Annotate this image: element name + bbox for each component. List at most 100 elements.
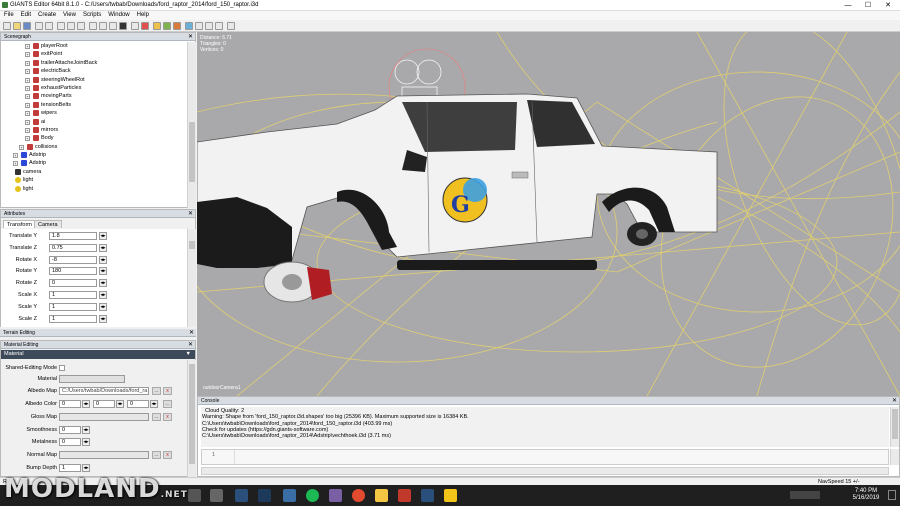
expand-icon[interactable]: + xyxy=(25,127,30,133)
steam-icon[interactable] xyxy=(235,489,248,502)
discord-icon[interactable] xyxy=(329,489,342,502)
light-tool-icon[interactable] xyxy=(153,22,161,30)
rotate-tool-icon[interactable] xyxy=(109,22,117,30)
console-hscrollbar[interactable] xyxy=(201,467,889,475)
transform-field-spinner[interactable]: ◂▸ xyxy=(99,302,107,311)
menu-window[interactable]: Window xyxy=(104,11,132,18)
smoothness-field[interactable]: 0 xyxy=(59,426,81,434)
gloss-map-path[interactable] xyxy=(59,413,149,421)
transform-field-input[interactable] xyxy=(49,291,97,299)
redo-icon[interactable] xyxy=(45,22,53,30)
minimize-button[interactable]: — xyxy=(838,1,858,10)
transform-field-spinner[interactable]: ◂▸ xyxy=(99,243,107,252)
transform-field-input[interactable] xyxy=(49,255,97,264)
transform-field-input[interactable] xyxy=(49,279,97,288)
clock[interactable]: 7:40 PM 5/16/2019 xyxy=(848,488,884,502)
expand-icon[interactable]: + xyxy=(25,111,30,117)
menu-scripts[interactable]: Scripts xyxy=(79,11,104,18)
scenegraph-node[interactable]: light xyxy=(1,176,187,184)
normal-map-browse-button[interactable]: ... xyxy=(152,451,161,459)
maximize-button[interactable]: ☐ xyxy=(858,1,878,10)
transform-field-spinner[interactable]: ◂▸ xyxy=(99,314,107,323)
monitor-app-icon[interactable] xyxy=(283,489,296,502)
undo-icon[interactable] xyxy=(35,22,43,30)
spotify-icon[interactable] xyxy=(306,489,319,502)
expand-icon[interactable]: + xyxy=(25,119,30,125)
scenegraph-node[interactable]: + ai xyxy=(1,118,187,126)
grid-toggle-icon[interactable] xyxy=(195,22,203,30)
scenegraph-node[interactable]: camera xyxy=(1,168,187,176)
ford-raptor-truck[interactable]: G xyxy=(197,93,718,303)
metalness-spinner[interactable]: ◂▸ xyxy=(82,438,90,446)
scenegraph-node[interactable]: + mirrors xyxy=(1,126,187,134)
material-scroll-thumb[interactable] xyxy=(189,364,195,464)
save-icon[interactable] xyxy=(23,22,31,30)
scenegraph-node[interactable]: + electricBack xyxy=(1,67,187,75)
transform-field-input[interactable] xyxy=(49,243,97,252)
close-button[interactable]: ✕ xyxy=(878,1,898,10)
smoothness-spinner[interactable]: ◂▸ xyxy=(82,426,90,434)
console-input-scrollbar[interactable] xyxy=(890,449,899,465)
record-icon[interactable] xyxy=(141,22,149,30)
scenegraph-scrollbar[interactable] xyxy=(187,42,196,208)
normal-map-clear-button[interactable]: x xyxy=(163,451,172,459)
console-log-scrollbar[interactable] xyxy=(890,407,899,447)
console-input[interactable]: 1 xyxy=(201,449,889,465)
scenegraph-node[interactable]: + exitPoint xyxy=(1,50,187,58)
console-close-icon[interactable]: ✕ xyxy=(892,397,897,404)
app-icon[interactable] xyxy=(398,489,411,502)
console-log-scroll-thumb[interactable] xyxy=(892,409,898,439)
search-icon[interactable] xyxy=(188,489,201,502)
attributes-close-icon[interactable]: ✕ xyxy=(188,210,193,217)
transform-field-input[interactable] xyxy=(49,302,97,311)
scenegraph-node[interactable]: + Body xyxy=(1,134,187,142)
scenegraph-node[interactable]: + Adstrip xyxy=(1,159,187,167)
play-icon[interactable] xyxy=(119,22,127,30)
scenegraph-node[interactable]: + Adstrip xyxy=(1,151,187,159)
scenegraph-tree[interactable]: + playerRoot + exitPoint + trailerAttacheJoin… xyxy=(1,42,187,208)
gloss-map-browse-button[interactable]: ... xyxy=(152,413,161,421)
attributes-scroll-thumb[interactable] xyxy=(189,241,195,249)
albedo-color-g-spinner[interactable]: ◂▸ xyxy=(116,400,124,408)
notifications-icon[interactable] xyxy=(888,490,896,500)
expand-icon[interactable]: + xyxy=(25,52,30,58)
tab-transform[interactable]: Transform xyxy=(3,220,36,228)
terrain-close-icon[interactable]: ✕ xyxy=(189,329,194,336)
giants-editor-taskbar-icon[interactable] xyxy=(444,489,457,502)
scenegraph-node[interactable]: + trailerAttacheJointBack xyxy=(1,59,187,67)
normal-map-path[interactable] xyxy=(59,451,149,459)
scenegraph-node[interactable]: + movingParts xyxy=(1,92,187,100)
transform-field-spinner[interactable]: ◂▸ xyxy=(99,291,107,299)
material-section-header[interactable]: Material ▼ xyxy=(1,350,195,359)
attributes-scrollbar[interactable] xyxy=(187,229,196,327)
albedo-color-r[interactable]: 0 xyxy=(59,400,81,408)
expand-icon[interactable]: + xyxy=(19,144,24,150)
transform-field-input[interactable] xyxy=(49,232,97,240)
scene-render[interactable]: G xyxy=(197,32,900,396)
expand-icon[interactable]: + xyxy=(25,136,30,142)
transform-field-spinner[interactable]: ◂▸ xyxy=(99,255,107,264)
scenegraph-node[interactable]: + exhaustParticles xyxy=(1,84,187,92)
calculator-icon[interactable] xyxy=(210,489,223,502)
menu-file[interactable]: File xyxy=(0,11,17,18)
scenegraph-node[interactable]: + collisions xyxy=(1,143,187,151)
albedo-map-path[interactable]: C:/Users/twbab/Downloads/ford_ra xyxy=(59,387,149,395)
transform-field-spinner[interactable]: ◂▸ xyxy=(99,232,107,240)
transform-field-input[interactable] xyxy=(49,314,97,323)
albedo-map-browse-button[interactable]: ... xyxy=(152,387,161,395)
copy-icon[interactable] xyxy=(67,22,75,30)
scenegraph-node[interactable]: light xyxy=(1,185,187,193)
shared-editing-checkbox[interactable] xyxy=(59,365,65,371)
file-explorer-icon[interactable] xyxy=(375,489,388,502)
chrome-icon[interactable] xyxy=(352,489,365,502)
scenegraph-node[interactable]: + steeringWheelRot xyxy=(1,76,187,84)
scenegraph-close-icon[interactable]: ✕ xyxy=(188,33,193,40)
terrain-tool-icon[interactable] xyxy=(163,22,171,30)
material-scrollbar[interactable] xyxy=(187,360,196,477)
expand-icon[interactable]: + xyxy=(25,69,30,75)
cut-icon[interactable] xyxy=(57,22,65,30)
expand-icon[interactable]: + xyxy=(13,153,18,159)
scenegraph-node[interactable]: + wipers xyxy=(1,109,187,117)
expand-icon[interactable]: + xyxy=(25,77,30,83)
camera-view-icon[interactable] xyxy=(131,22,139,30)
